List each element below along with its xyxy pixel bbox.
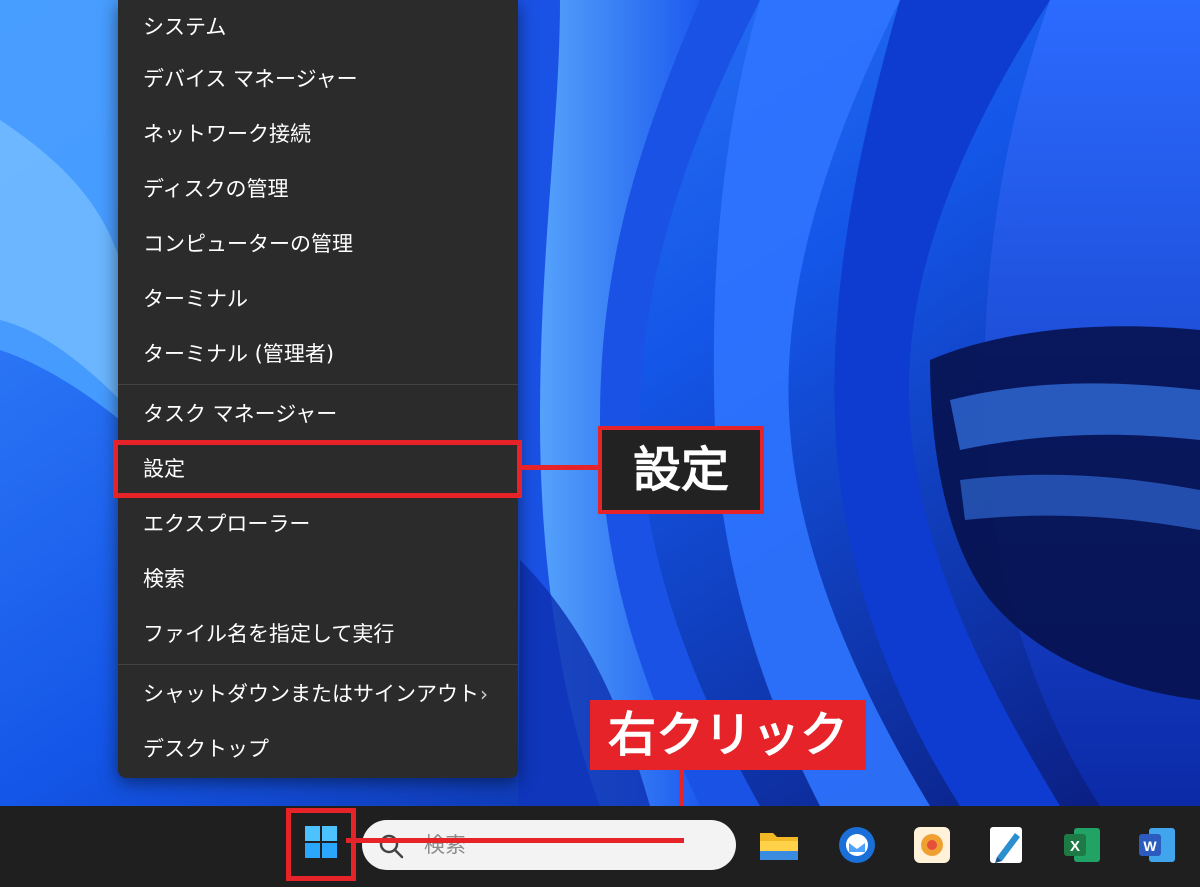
menu-item-label: シャットダウンまたはサインアウト [143,682,479,706]
menu-item-label: デバイス マネージャー [143,67,358,91]
chevron-right-icon: › [480,682,488,706]
menu-item-terminal-admin[interactable]: ターミナル (管理者) [118,327,518,381]
taskbar-search-box[interactable] [362,820,736,870]
menu-item-label: ファイル名を指定して実行 [143,622,395,646]
pen-app-icon[interactable] [985,823,1029,867]
menu-separator [118,384,518,385]
thunderbird-icon[interactable] [835,823,879,867]
start-context-menu: システム デバイス マネージャー ネットワーク接続 ディスクの管理 コンピュータ… [118,0,518,778]
start-highlight-box [286,808,356,881]
menu-item-explorer[interactable]: エクスプローラー [118,497,518,551]
menu-item-disk-management[interactable]: ディスクの管理 [118,162,518,216]
menu-item-label: コンピューターの管理 [143,232,353,256]
settings-highlight-box [113,440,522,498]
photo-app-icon[interactable] [910,823,954,867]
menu-item-shutdown-signout[interactable]: シャットダウンまたはサインアウト › [118,667,518,721]
menu-item-task-manager[interactable]: タスク マネージャー [118,387,518,441]
excel-icon[interactable]: X [1060,823,1104,867]
menu-item-search[interactable]: 検索 [118,552,518,606]
menu-item-computer-management[interactable]: コンピューターの管理 [118,217,518,271]
menu-item-label: システム [143,15,227,39]
menu-item-run[interactable]: ファイル名を指定して実行 [118,607,518,661]
file-explorer-icon[interactable] [757,823,801,867]
menu-item-label: ネットワーク接続 [143,122,311,146]
menu-item-label: ターミナル [143,287,248,311]
right-click-connector-overlay [346,838,684,843]
menu-item-label: デスクトップ [143,737,269,761]
menu-item-network-connections[interactable]: ネットワーク接続 [118,107,518,161]
right-click-label: 右クリック [590,700,866,770]
menu-item-device-manager[interactable]: デバイス マネージャー [118,52,518,106]
menu-item-system[interactable]: システム [118,0,518,54]
settings-callout-line [520,465,602,470]
menu-item-desktop[interactable]: デスクトップ [118,722,518,776]
menu-item-label: ターミナル (管理者) [143,342,335,366]
menu-item-label: ディスクの管理 [143,177,289,201]
search-placeholder: 検索 [424,833,466,857]
svg-text:X: X [1070,838,1080,855]
settings-callout-label: 設定 [598,426,764,514]
word-icon[interactable]: W [1135,823,1179,867]
svg-text:W: W [1143,838,1157,854]
search-icon [379,834,404,859]
menu-item-label: エクスプローラー [143,512,311,536]
menu-item-terminal[interactable]: ターミナル [118,272,518,326]
menu-item-label: タスク マネージャー [143,402,338,426]
menu-separator [118,664,518,665]
menu-item-label: 検索 [143,567,185,591]
